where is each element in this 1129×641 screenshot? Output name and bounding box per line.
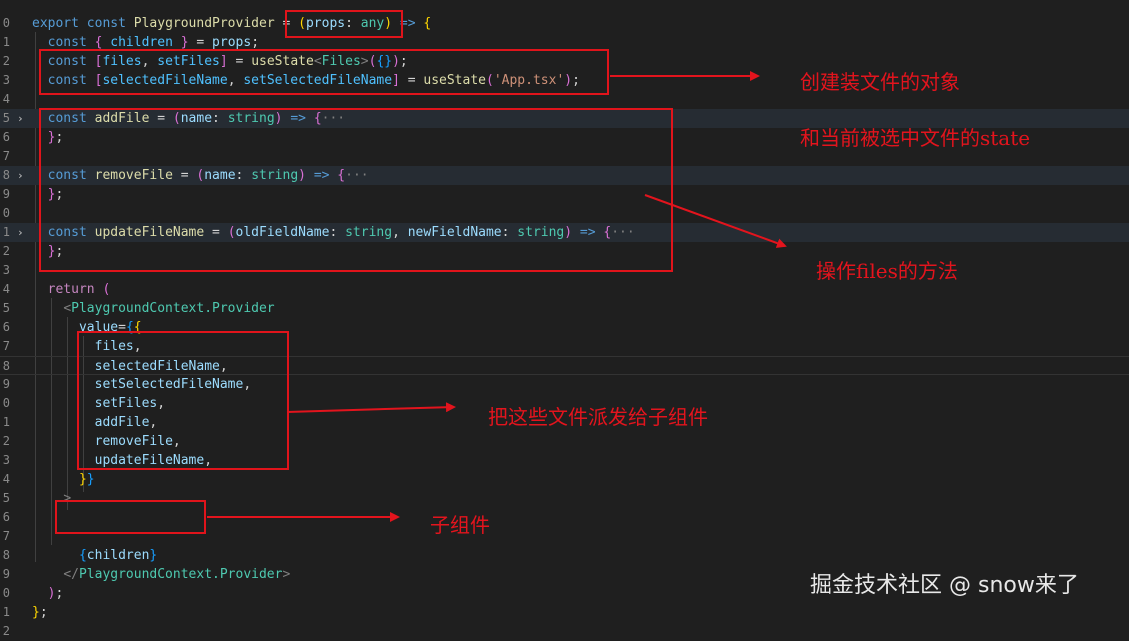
annotation-state-line1: 创建装文件的对象 bbox=[800, 70, 960, 94]
arrow-dispatch bbox=[286, 402, 456, 413]
code-line[interactable]: 2 bbox=[0, 622, 1129, 641]
annotation-state-line2: 和当前被选中文件的state bbox=[800, 126, 1031, 150]
arrow-methods bbox=[644, 194, 787, 248]
line-number: 2 bbox=[2, 624, 10, 638]
annotation-children: 子组件 bbox=[430, 513, 490, 537]
watermark: 掘金技术社区 @ snow来了 bbox=[810, 573, 1079, 598]
annotation-dispatch: 把这些文件派发给子组件 bbox=[488, 405, 708, 429]
annotation-methods: 操作files的方法 bbox=[816, 259, 958, 283]
